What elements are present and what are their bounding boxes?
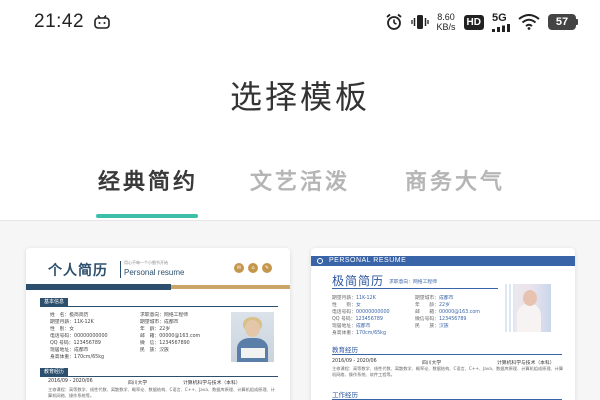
- resume-top-bar: PERSONAL RESUME: [311, 256, 575, 266]
- info-item: 民 族：汉族: [415, 324, 449, 329]
- info-item: 民 族：汉族: [140, 348, 169, 353]
- network-type-label: 5G: [492, 11, 507, 24]
- education-entry: 2016/09 - 2020/06 四川大学 计算机科学与技术（本科）: [48, 379, 241, 386]
- info-item: 求职意向：网络工程师: [140, 313, 189, 318]
- section-education-line: [40, 376, 278, 377]
- status-time: 21:42: [34, 11, 85, 32]
- person-icon: [317, 258, 323, 264]
- info-item: 电话号码：00000000000: [332, 310, 390, 315]
- info-item: 微信号码：123456789: [415, 317, 467, 322]
- template-list: 个人简历 用心不每一个小细节开始 Personal resume ✉ ⌂ ✎ 基…: [0, 221, 600, 400]
- education-detail: 主修课程：高等数学、线性代数、离散数学、概率论、数据结构、C语言、C++、Jav…: [332, 366, 564, 377]
- info-item: 性 别：女: [332, 303, 361, 308]
- resume-motto: 用心不每一个小细节开始: [124, 260, 168, 265]
- cellular-signal: 5G: [492, 11, 510, 32]
- battery-indicator: 57: [548, 14, 578, 30]
- header-stripe-gold: [171, 285, 290, 289]
- network-speed-unit: KB/s: [436, 22, 456, 32]
- header-stripe-dark: [26, 284, 171, 290]
- section-work-label: 工作经历: [332, 391, 358, 399]
- profile-photo: [231, 312, 274, 362]
- signal-bars-icon: [492, 23, 510, 32]
- info-item: 期望月薪：11K-12K: [50, 320, 94, 325]
- wifi-icon: [518, 14, 540, 30]
- tab-business-grand[interactable]: 商务大气: [405, 164, 505, 196]
- info-item: 姓 名：极简简历: [50, 313, 89, 318]
- info-item: 邮 箱：00000@163.com: [415, 310, 480, 315]
- section-basic-info-label: 基本信息: [40, 298, 69, 306]
- resume-header-label: PERSONAL RESUME: [329, 257, 407, 264]
- home-icon: ⌂: [248, 263, 258, 273]
- info-item: 期望城市：成都市: [415, 296, 454, 301]
- education-school: 四川大学: [128, 381, 148, 386]
- vibrate-icon: [410, 15, 429, 29]
- info-item: QQ 号码：123456789: [332, 317, 383, 322]
- profile-photo: [503, 284, 551, 332]
- education-major: 计算机科学与技术（本科）: [183, 381, 241, 386]
- education-period: 2016/09 - 2020/06: [332, 359, 377, 364]
- hd-voice-badge: HD: [463, 14, 484, 30]
- header-divider: [120, 261, 121, 278]
- info-item: 现居地址：成都市: [50, 348, 89, 353]
- network-speed-value: 8.60: [437, 12, 455, 22]
- battery-tip: [576, 19, 578, 25]
- template-card-blue[interactable]: PERSONAL RESUME 极简简历 求职意向：网络工程师 期望月薪：11K…: [311, 248, 575, 400]
- info-item: 身高体重：170cm/65kg: [50, 355, 105, 360]
- network-speed: 8.60 KB/s: [437, 12, 456, 32]
- info-item: 邮 箱：00000@163.com: [140, 334, 201, 339]
- bilibili-notification-icon: [94, 15, 110, 29]
- template-category-tabs: 经典简约 文艺活泼 商务大气: [0, 160, 600, 220]
- info-item: QQ 号码：123456789: [50, 341, 101, 346]
- tab-artistic-lively[interactable]: 文艺活泼: [250, 164, 350, 196]
- education-entry: 2016/09 - 2020/06 四川大学 计算机科学与技术（本科）: [332, 359, 555, 366]
- resume-header: 个人简历 用心不每一个小细节开始 Personal resume ✉ ⌂ ✎: [26, 248, 290, 288]
- template-card-classic[interactable]: 个人简历 用心不每一个小细节开始 Personal resume ✉ ⌂ ✎ 基…: [26, 248, 290, 400]
- section-basic-info-line: [40, 306, 278, 307]
- info-item: 年 龄：22岁: [415, 303, 450, 308]
- info-item: 性 别：女: [50, 327, 75, 332]
- info-item: 期望城市：成都市: [140, 320, 179, 325]
- job-intent: 求职意向：网络工程师: [389, 280, 437, 285]
- alarm-icon: [385, 13, 402, 30]
- info-item: 期望月薪：11K-12K: [332, 296, 376, 301]
- education-school: 四川大学: [422, 361, 442, 366]
- header-stripe: [26, 284, 290, 290]
- header-icons: ✉ ⌂ ✎: [234, 263, 272, 273]
- resume-subtitle: Personal resume: [124, 268, 185, 277]
- active-tab-indicator: [96, 214, 198, 218]
- education-detail: 主修课程：高等数学、线性代数、离散数学、概率论、数据结构、C语言、C++、Jav…: [48, 387, 275, 398]
- mail-icon: ✉: [234, 263, 244, 273]
- status-bar: 21:42 8.60 KB/s HD 5G 57: [0, 0, 600, 44]
- info-item: 身高体重：170cm/65kg: [332, 331, 387, 336]
- education-period: 2016/09 - 2020/06: [48, 379, 93, 384]
- info-item: 现居地址：成都市: [332, 324, 371, 329]
- section-education-label: 教育经历: [332, 346, 358, 354]
- status-icons: 8.60 KB/s HD 5G 57: [385, 12, 578, 32]
- resume-title: 极简简历: [332, 274, 385, 288]
- info-item: 电话号码：00000000000: [50, 334, 108, 339]
- title-underline: [332, 288, 498, 289]
- section-education-label: 教育经历: [40, 368, 69, 376]
- resume-title: 个人简历: [48, 263, 108, 279]
- battery-level: 57: [548, 14, 576, 30]
- info-item: 年 龄：22岁: [140, 327, 171, 332]
- pen-icon: ✎: [262, 263, 272, 273]
- page-title: 选择模板: [229, 78, 370, 116]
- education-major: 计算机科学与技术（本科）: [497, 361, 555, 366]
- tab-classic-simple[interactable]: 经典简约: [98, 164, 198, 196]
- info-item: 微 信：1234567890: [140, 341, 190, 346]
- section-education-line: [332, 354, 562, 355]
